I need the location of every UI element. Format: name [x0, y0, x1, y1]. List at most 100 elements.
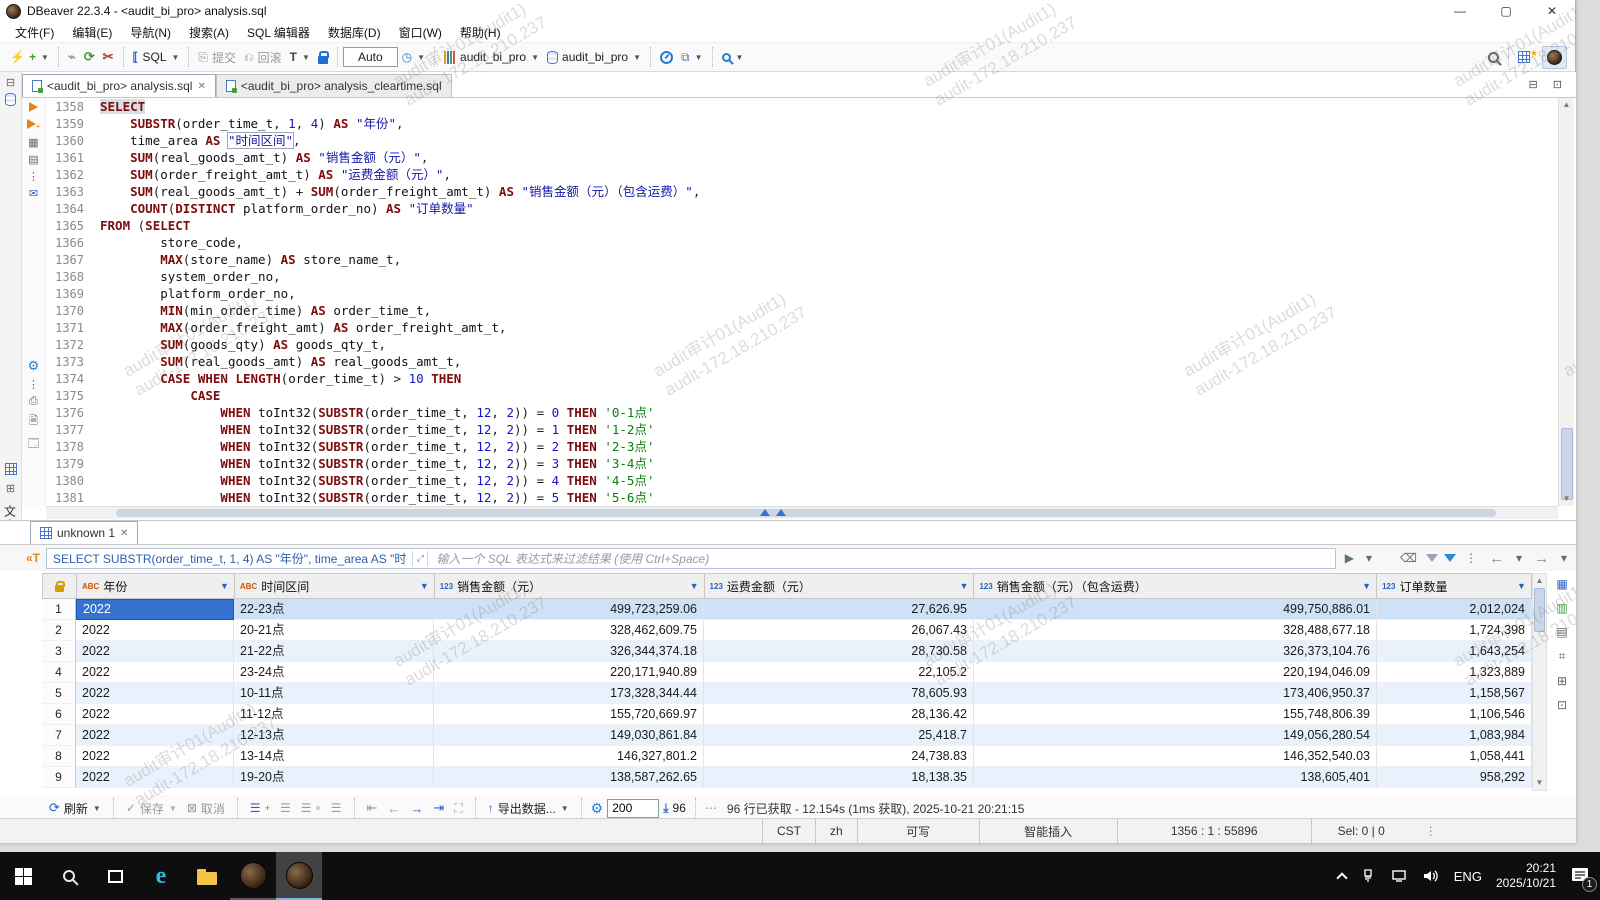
value-viewer-icon[interactable]: ▦	[1556, 577, 1567, 591]
row-number[interactable]: 7	[42, 725, 76, 746]
code-line[interactable]: 1374 CASE WHEN LENGTH(order_time_t) > 10…	[46, 370, 1558, 387]
close-tab-icon[interactable]: ✕	[197, 81, 205, 92]
grid-cell[interactable]: 138,587,262.65	[434, 767, 704, 788]
restore-panel-icon[interactable]: ⊟	[3, 76, 19, 89]
code-line[interactable]: 1381 WHEN toInt32(SUBSTR(order_time_t, 1…	[46, 489, 1558, 506]
task-view-icon[interactable]	[92, 852, 138, 900]
explain-plan-icon[interactable]: ▦	[26, 136, 42, 149]
file-explorer-icon[interactable]	[184, 852, 230, 900]
text-panel-icon[interactable]: ▤	[1556, 625, 1567, 639]
row-header-corner[interactable]	[43, 574, 77, 598]
column-dropdown-icon[interactable]: ▼	[690, 581, 699, 591]
taskbar-clock[interactable]: 20:21 2025/10/21	[1496, 861, 1556, 891]
code-line[interactable]: 1371 MAX(order_freight_amt) AS order_fre…	[46, 319, 1558, 336]
table-row[interactable]: 1202222-23点499,723,259.0627,626.95499,75…	[42, 599, 1532, 620]
grid-cell[interactable]: 78,605.93	[704, 683, 974, 704]
column-header-2[interactable]: ABC时间区间▼	[235, 574, 435, 598]
grid-cell[interactable]: 326,344,374.18	[434, 641, 704, 662]
row-number[interactable]: 8	[42, 746, 76, 767]
editor-horizontal-scrollbar[interactable]	[46, 506, 1558, 519]
disconnect-icon[interactable]: ✂	[99, 46, 118, 68]
back-arrow-icon[interactable]: ←	[1486, 550, 1507, 567]
execute-statement-icon[interactable]	[26, 102, 42, 115]
row-number[interactable]: 4	[42, 662, 76, 683]
internet-explorer-icon[interactable]: e	[138, 852, 184, 900]
code-line[interactable]: 1363 SUM(real_goods_amt_t) + SUM(order_f…	[46, 183, 1558, 200]
filter-settings-icon[interactable]	[1444, 554, 1456, 562]
export-icon[interactable]: ✉	[26, 187, 42, 200]
code-line[interactable]: 1362 SUM(order_freight_amt_t) AS "运费金额（元…	[46, 166, 1558, 183]
output-panel-icon[interactable]: ⎙	[26, 395, 42, 408]
grid-cell[interactable]: 138,605,401	[974, 767, 1377, 788]
code-line[interactable]: 1378 WHEN toInt32(SUBSTR(order_time_t, 1…	[46, 438, 1558, 455]
grid-cell[interactable]: 10-11点	[234, 683, 434, 704]
grid-cell[interactable]: 1,158,567	[1377, 683, 1532, 704]
database-navigator-icon[interactable]	[3, 93, 19, 109]
grid-cell[interactable]: 326,373,104.76	[974, 641, 1377, 662]
database-select[interactable]: audit_bi_pro▼	[543, 47, 645, 67]
reconnect-icon[interactable]: ⟳	[80, 46, 99, 68]
code-line[interactable]: 1375 CASE	[46, 387, 1558, 404]
commit-mode-select[interactable]: Auto	[343, 47, 398, 67]
code-line[interactable]: 1358SELECT	[46, 98, 1558, 115]
grid-settings-gear-icon[interactable]: ⚙	[591, 800, 604, 817]
code-line[interactable]: 1372 SUM(goods_qty) AS goods_qty_t,	[46, 336, 1558, 353]
grid-cell[interactable]: 499,750,886.01	[974, 599, 1377, 620]
menu-item[interactable]: 编辑(E)	[63, 22, 121, 43]
status-segment-1[interactable]: zh	[815, 819, 857, 843]
expand-filter-icon[interactable]: ⤢	[412, 551, 428, 566]
fetch-size-input[interactable]	[607, 799, 659, 818]
cancel-button[interactable]: ⊠取消	[184, 798, 228, 819]
table-row[interactable]: 7202212-13点149,030,861.8425,418.7149,056…	[42, 725, 1532, 746]
grid-cell[interactable]: 20-21点	[234, 620, 434, 641]
focus-cell-icon[interactable]: ⛶	[451, 799, 465, 818]
column-dropdown-icon[interactable]: ▼	[959, 581, 968, 591]
grid-cell[interactable]: 22,105.2	[704, 662, 974, 683]
dbeaver-app-icon-active[interactable]	[276, 852, 322, 900]
status-segment-0[interactable]: CST	[762, 819, 815, 843]
grid-cell[interactable]: 155,720,669.97	[434, 704, 704, 725]
panel-icon[interactable]: ⊞	[3, 482, 19, 495]
back-dropdown-icon[interactable]: ▾	[1513, 551, 1525, 565]
table-row[interactable]: 3202221-22点326,344,374.1828,730.58326,37…	[42, 641, 1532, 662]
task-icon[interactable]: ⧉▼	[677, 47, 707, 68]
tab-analysis-cleartime-sql[interactable]: <audit_bi_pro> analysis_cleartime.sql	[216, 74, 452, 97]
column-header-6[interactable]: 123订单数量▼	[1377, 574, 1532, 598]
menu-item[interactable]: 导航(N)	[121, 22, 180, 43]
connection-select[interactable]: audit_bi_pro▼	[440, 47, 543, 67]
save-button[interactable]: ✓保存▼	[123, 798, 180, 819]
code-line[interactable]: 1369 platform_order_no,	[46, 285, 1558, 302]
forward-dropdown-icon[interactable]: ▾	[1558, 551, 1570, 565]
column-header-1[interactable]: ABC年份▼	[77, 574, 235, 598]
code-line[interactable]: 1364 COUNT(DISTINCT platform_order_no) A…	[46, 200, 1558, 217]
edit-row-icon[interactable]: ☰	[328, 799, 345, 817]
grid-cell[interactable]: 2022	[76, 620, 234, 641]
settings-gear-icon[interactable]: ⚙	[26, 358, 42, 374]
language-indicator[interactable]: ENG	[1454, 869, 1482, 884]
table-row[interactable]: 8202213-14点146,327,801.224,738.83146,352…	[42, 746, 1532, 767]
results-tab-unknown1[interactable]: unknown 1 ✕	[30, 521, 138, 544]
editor-pane-buttons[interactable]: ⊟ ⊡	[1529, 78, 1569, 91]
table-row[interactable]: 9202219-20点138,587,262.6518,138.35138,60…	[42, 767, 1532, 788]
search-icon[interactable]: ▼	[718, 50, 748, 65]
fetch-all-icon[interactable]: ⤓	[663, 801, 668, 816]
row-number[interactable]: 1	[42, 599, 76, 620]
sql-editor-button[interactable]: ⟦SQL▼	[129, 47, 184, 67]
code-line[interactable]: 1379 WHEN toInt32(SUBSTR(order_time_t, 1…	[46, 455, 1558, 472]
first-page-icon[interactable]: ⇤	[364, 798, 381, 818]
status-more-dots[interactable]: ⋮	[1411, 819, 1451, 843]
code-line[interactable]: 1365FROM (SELECT	[46, 217, 1558, 234]
refresh-button[interactable]: ⟳刷新▼	[46, 798, 104, 819]
grid-cell[interactable]: 173,406,950.37	[974, 683, 1377, 704]
grid-cell[interactable]: 23-24点	[234, 662, 434, 683]
grid-cell[interactable]: 1,106,546	[1377, 704, 1532, 725]
tab-analysis-sql[interactable]: <audit_bi_pro> analysis.sql ✕	[22, 74, 216, 97]
code-line[interactable]: 1368 system_order_no,	[46, 268, 1558, 285]
grid-cell[interactable]: 328,488,677.18	[974, 620, 1377, 641]
column-dropdown-icon[interactable]: ▼	[1517, 581, 1526, 591]
chart-panel-icon[interactable]: ▥	[1556, 601, 1567, 615]
code-line[interactable]: 1359 SUBSTR(order_time_t, 1, 4) AS "年份",	[46, 115, 1558, 132]
references-panel-icon[interactable]: ⊡	[1557, 698, 1567, 712]
grid-cell[interactable]: 173,328,344.44	[434, 683, 704, 704]
commit-button[interactable]: ⎘提交	[194, 46, 240, 69]
